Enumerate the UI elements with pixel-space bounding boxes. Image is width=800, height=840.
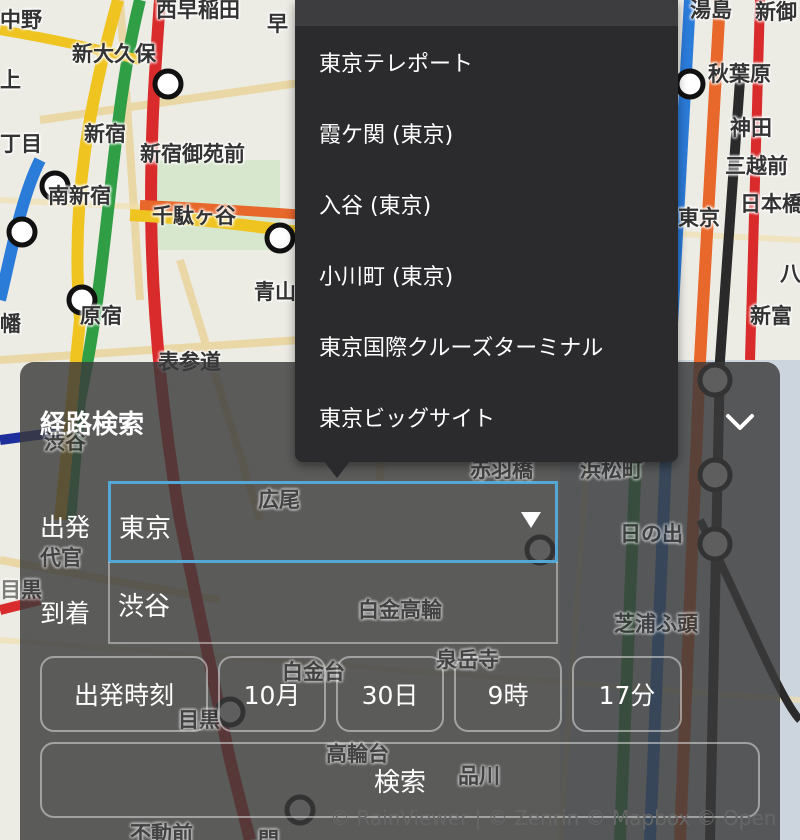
dropdown-item[interactable]: 入谷 (東京) bbox=[295, 168, 678, 239]
dropdown-item-partial[interactable] bbox=[295, 0, 678, 26]
station-label: 泉岳寺 bbox=[436, 648, 499, 672]
station-label: 青山 bbox=[254, 280, 296, 304]
station-label: 広尾 bbox=[258, 488, 300, 512]
minute-select[interactable]: 17分 bbox=[572, 656, 682, 732]
station-label: 南新宿 bbox=[48, 184, 111, 208]
from-select[interactable]: 東京 bbox=[108, 481, 558, 563]
station-label: 新富 bbox=[750, 304, 792, 328]
dropdown-arrow-icon bbox=[521, 512, 541, 528]
station-label: 門 bbox=[258, 828, 279, 840]
to-value: 渋谷 bbox=[118, 592, 171, 622]
station-label: 芝浦ふ頭 bbox=[614, 612, 698, 636]
station-label: 丁目 bbox=[0, 132, 42, 156]
day-select[interactable]: 30日 bbox=[336, 656, 444, 732]
station-label: 八 bbox=[780, 262, 800, 286]
station-label: 中野 bbox=[0, 8, 42, 32]
station-dropdown[interactable]: 東京テレポート 霞ケ関 (東京) 入谷 (東京) 小川町 (東京) 東京国際クル… bbox=[295, 0, 678, 478]
from-label: 出発 bbox=[40, 513, 91, 542]
chevron-down-icon bbox=[726, 414, 754, 430]
station-label: 秋葉原 bbox=[708, 62, 771, 86]
from-value: 東京 bbox=[119, 514, 172, 544]
dropdown-item[interactable]: 東京テレポート bbox=[295, 26, 678, 97]
station-label: 日本橋 bbox=[740, 192, 800, 216]
dropdown-item[interactable]: 小川町 (東京) bbox=[295, 239, 678, 310]
station-label: 東京 bbox=[678, 206, 720, 230]
to-select[interactable]: 渋谷 bbox=[108, 562, 558, 644]
station-label: 西早稲田 bbox=[156, 0, 240, 22]
station-label: 日の出 bbox=[620, 522, 683, 546]
station-label: 湯島 bbox=[690, 0, 732, 22]
station-label: 新御 bbox=[755, 0, 797, 24]
station-label: 幡 bbox=[0, 312, 21, 336]
dropdown-item[interactable]: 霞ケ関 (東京) bbox=[295, 97, 678, 168]
station-label: 代官 bbox=[40, 546, 82, 570]
station-label: 目黒 bbox=[178, 708, 220, 732]
station-label: 早 bbox=[267, 12, 288, 36]
station-label: 神田 bbox=[730, 116, 772, 140]
station-label: 不動前 bbox=[130, 822, 193, 840]
station-label: 千駄ヶ谷 bbox=[152, 204, 236, 228]
station-label: 新宿御苑前 bbox=[140, 142, 245, 166]
collapse-button[interactable] bbox=[720, 404, 760, 440]
dropdown-item[interactable]: 東京国際クルーズターミナル bbox=[295, 310, 678, 381]
station-label: 白金台 bbox=[282, 660, 345, 684]
to-label: 到着 bbox=[40, 599, 91, 628]
station-label: 目黒 bbox=[0, 578, 42, 602]
station-label: 白金高輪 bbox=[358, 598, 442, 622]
station-label: 品川 bbox=[458, 764, 500, 788]
station-label: 渋谷 bbox=[44, 430, 86, 454]
map-attribution[interactable]: © RainViewer | © Zenrin © Mapbox © Open bbox=[330, 806, 776, 830]
station-label: 三越前 bbox=[725, 154, 788, 178]
station-label: 高輪台 bbox=[326, 742, 389, 766]
station-label: 上 bbox=[0, 68, 21, 92]
station-label: 原宿 bbox=[80, 304, 122, 328]
station-label: 新大久保 bbox=[72, 42, 156, 66]
station-label: 新宿 bbox=[84, 122, 126, 146]
dropdown-item[interactable]: 東京ビッグサイト bbox=[295, 381, 678, 452]
dropdown-caret bbox=[323, 460, 351, 478]
